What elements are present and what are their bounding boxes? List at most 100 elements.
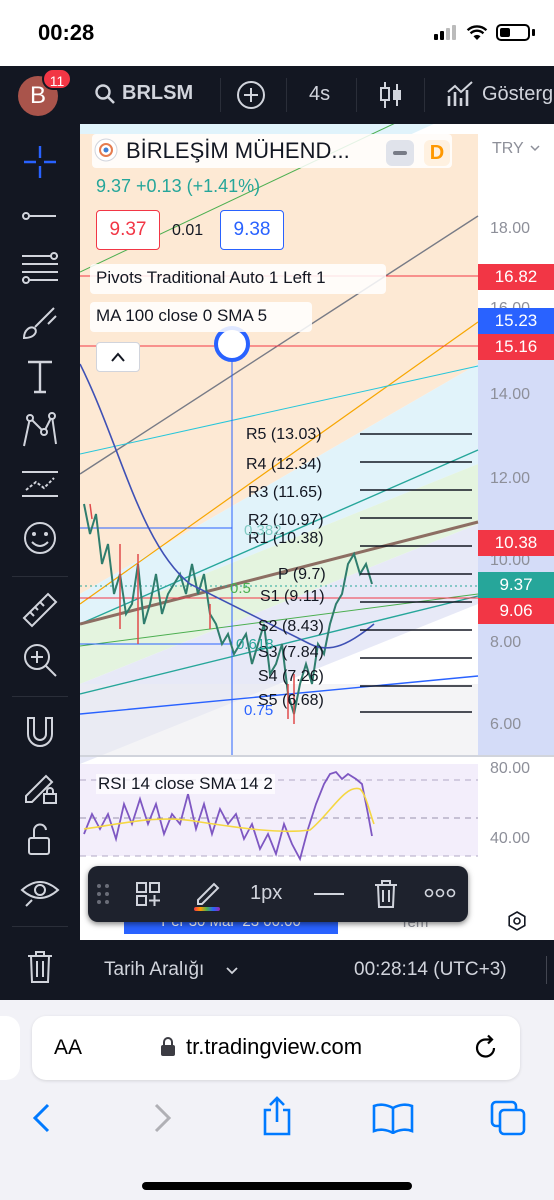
- price-tag-r-line: 16.82: [478, 264, 554, 290]
- pivot-r4: R4 (12.34): [246, 456, 322, 473]
- text-icon[interactable]: [18, 354, 62, 398]
- search-icon[interactable]: [94, 83, 116, 105]
- rsi-legend[interactable]: RSI 14 close SMA 14 2: [96, 774, 275, 794]
- ask-box[interactable]: 9.38: [220, 210, 284, 250]
- symbol-search[interactable]: BRLSM: [122, 82, 193, 105]
- pivot-labels: R5 (13.03) R4 (12.34) R3 (11.65) R2 (10.…: [246, 424, 356, 724]
- collapse-legends-button[interactable]: [96, 342, 140, 372]
- fib-label-0618: 0.618: [236, 636, 274, 653]
- battery-icon: [496, 24, 530, 41]
- indicators-button[interactable]: Gösterg: [482, 83, 553, 106]
- company-logo-icon: [94, 138, 118, 162]
- signal-icon: [434, 25, 458, 45]
- chart-area[interactable]: BİRLEŞİM MÜHEND... D 9.37 +0.13 (+1.41%)…: [80, 124, 554, 940]
- bid-box[interactable]: 9.37: [96, 210, 160, 250]
- pivot-s1: S1 (9.11): [260, 588, 325, 605]
- price-change: 9.37 +0.13 (+1.41%): [96, 176, 261, 196]
- chevron-up-icon: [111, 352, 125, 362]
- pivot-r5: R5 (13.03): [246, 426, 322, 443]
- add-template-icon[interactable]: [134, 880, 162, 908]
- line-style-icon[interactable]: [312, 882, 346, 906]
- address-bar[interactable]: AA tr.tradingview.com: [32, 1016, 520, 1080]
- back-icon[interactable]: [30, 1102, 54, 1134]
- price-tick: 12.00: [490, 470, 531, 487]
- delete-drawing-icon[interactable]: [372, 879, 400, 909]
- price-tick: 14.00: [490, 386, 531, 403]
- reload-icon[interactable]: [474, 1034, 498, 1060]
- forward-icon[interactable]: [150, 1102, 174, 1134]
- fib-label-0382: 0.382: [244, 522, 282, 539]
- pivot-s2: S2 (8.43): [258, 618, 324, 635]
- lock-drawing-icon[interactable]: [18, 764, 62, 808]
- price-tag-last: 9.37: [478, 572, 554, 598]
- visibility-icon[interactable]: [18, 870, 62, 914]
- timeframe-badge[interactable]: D: [424, 140, 450, 166]
- rsi-tick: 40.00: [490, 830, 531, 847]
- settings-icon[interactable]: [506, 910, 528, 932]
- browser-chrome: AA tr.tradingview.com: [0, 1000, 554, 1200]
- price-tag-ma: 15.23: [478, 308, 554, 334]
- clock-timezone[interactable]: 00:28:14 (UTC+3): [354, 959, 507, 981]
- fib-label-05: 0.5: [230, 580, 251, 597]
- fib-retracement-icon[interactable]: [18, 246, 62, 290]
- trend-line-icon[interactable]: [18, 194, 62, 238]
- chevron-down-icon: [530, 145, 540, 152]
- legend-collapse-button[interactable]: [386, 140, 414, 166]
- pivots-legend-row: Pivots Traditional Auto 1 Left 1: [90, 264, 386, 294]
- brush-icon[interactable]: [18, 300, 62, 344]
- line-width-button[interactable]: 1px: [250, 882, 282, 905]
- price-tag-line: 15.16: [478, 334, 554, 360]
- indicators-icon[interactable]: [446, 80, 474, 110]
- price-tick: 6.00: [490, 716, 522, 733]
- tabs-icon[interactable]: [490, 1100, 526, 1136]
- bottom-bar: Tarih Aralığı 00:28:14 (UTC+3): [80, 940, 554, 1000]
- zoom-in-icon[interactable]: [18, 638, 62, 682]
- notification-badge: 11: [42, 68, 72, 90]
- price-tick: 8.00: [490, 634, 522, 651]
- previous-tab-peek: [0, 1016, 20, 1080]
- interval-button[interactable]: 4s: [309, 83, 330, 106]
- trash-icon[interactable]: [18, 944, 62, 988]
- bookmarks-icon[interactable]: [372, 1102, 414, 1134]
- more-options-icon[interactable]: [424, 888, 456, 898]
- drawing-tools-sidebar: [0, 124, 80, 1000]
- pivot-r3: R3 (11.65): [248, 484, 323, 501]
- wifi-icon: [466, 25, 488, 40]
- pattern-icon[interactable]: [18, 408, 62, 452]
- line-color-icon[interactable]: [190, 876, 224, 912]
- spread-value: 0.01: [172, 222, 204, 239]
- fib-label-075: 0.75: [244, 702, 274, 719]
- pivot-s4: S4 (7.26): [258, 668, 324, 685]
- pivots-legend[interactable]: Pivots Traditional Auto 1 Left 1: [96, 268, 326, 288]
- ma-legend[interactable]: MA 100 close 0 SMA 5: [96, 306, 267, 326]
- price-tag-s1: 9.06: [478, 598, 554, 624]
- lock-icon: [161, 1037, 175, 1056]
- ma-legend-row: MA 100 close 0 SMA 5: [90, 302, 312, 332]
- top-toolbar: B 11 BRLSM 4s Gösterg: [0, 66, 554, 124]
- price-tick: 18.00: [490, 220, 531, 237]
- share-icon[interactable]: [260, 1096, 294, 1136]
- pivot-p: P (9.7): [278, 566, 326, 583]
- url-text[interactable]: tr.tradingview.com: [186, 1034, 362, 1060]
- drag-handle-icon[interactable]: [96, 882, 110, 906]
- screen: 00:28 B 11 BRLSM 4s Gösterg BİRLEŞİM MÜH…: [0, 0, 554, 1200]
- rsi-tick: 80.00: [490, 760, 531, 777]
- status-time: 00:28: [38, 20, 95, 45]
- date-range-button[interactable]: Tarih Aralığı: [104, 959, 204, 981]
- candles-icon[interactable]: [378, 80, 404, 110]
- home-indicator: [142, 1182, 412, 1190]
- emoji-icon[interactable]: [18, 516, 62, 560]
- chevron-down-icon: [226, 967, 238, 975]
- symbol-name[interactable]: BİRLEŞİM MÜHEND...: [126, 138, 350, 164]
- currency-selector[interactable]: TRY: [492, 140, 524, 158]
- prediction-icon[interactable]: [18, 462, 62, 506]
- unlock-icon[interactable]: [18, 818, 62, 862]
- text-size-button[interactable]: AA: [54, 1036, 82, 1060]
- add-symbol-icon[interactable]: [236, 80, 266, 110]
- ruler-icon[interactable]: [18, 588, 62, 632]
- magnet-icon[interactable]: [18, 710, 62, 754]
- crosshair-icon[interactable]: [18, 140, 62, 184]
- drawing-toolbar: 1px: [88, 866, 468, 922]
- price-tag-r1: 10.38: [478, 530, 554, 556]
- status-bar: 00:28: [0, 0, 554, 66]
